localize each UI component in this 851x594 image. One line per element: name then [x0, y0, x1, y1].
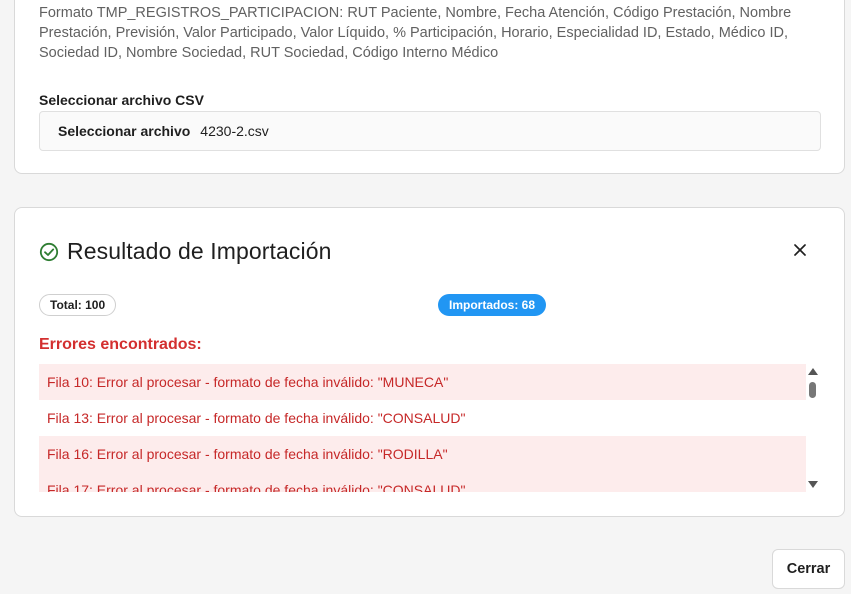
result-title: Resultado de Importación [67, 238, 332, 264]
error-item: Fila 17: Error al procesar - formato de … [39, 472, 806, 492]
check-circle-icon [39, 242, 59, 262]
total-badge: Total: 100 [39, 294, 117, 316]
file-input[interactable]: Seleccionar archivo 4230-2.csv [39, 111, 821, 151]
select-file-button[interactable]: Seleccionar archivo [58, 123, 190, 139]
close-icon[interactable] [788, 238, 812, 262]
error-item: Fila 10: Error al procesar - formato de … [39, 364, 806, 400]
scroll-up-icon[interactable] [808, 368, 818, 375]
errors-title: Errores encontrados: [39, 336, 202, 353]
selected-file-name: 4230-2.csv [200, 123, 269, 139]
format-description: Formato TMP_REGISTROS_PARTICIPACION: RUT… [39, 5, 792, 61]
scroll-down-icon[interactable] [808, 481, 818, 488]
result-header: Resultado de Importación [39, 238, 332, 265]
error-item: Fila 13: Error al procesar - formato de … [39, 400, 806, 436]
error-item: Fila 16: Error al procesar - formato de … [39, 436, 806, 472]
import-dialog: Formato TMP_REGISTROS_PARTICIPACION: RUT… [0, 0, 851, 594]
imported-badge: Importados: 68 [438, 294, 547, 316]
file-field-label: Seleccionar archivo CSV [39, 92, 204, 108]
close-button[interactable]: Cerrar [772, 549, 845, 589]
import-result-card: Resultado de Importación Total: 100 Impo… [14, 207, 845, 517]
error-list[interactable]: Fila 10: Error al procesar - formato de … [39, 364, 806, 492]
error-list-scrollbar[interactable] [806, 364, 820, 492]
upload-card: Formato TMP_REGISTROS_PARTICIPACION: RUT… [14, 0, 845, 174]
scrollbar-thumb[interactable] [809, 382, 816, 398]
